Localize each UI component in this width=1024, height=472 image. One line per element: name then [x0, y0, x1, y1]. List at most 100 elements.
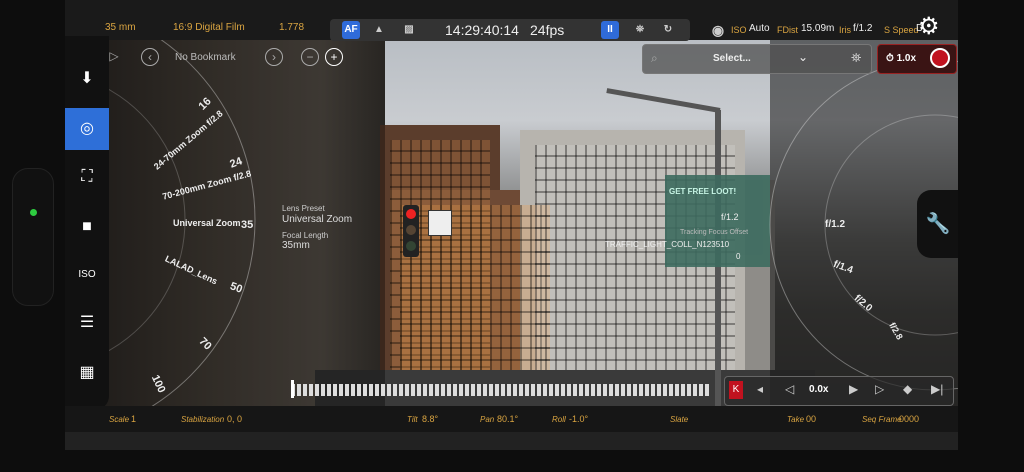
paperclip-icon: ⌕ — [651, 51, 658, 65]
iris-label: Iris — [839, 25, 851, 35]
lens-preset-value: Universal Zoom — [282, 214, 353, 225]
device-side-panel — [12, 168, 54, 306]
step-back-icon[interactable]: ◁ — [785, 382, 794, 396]
aspect-ratio-readout: 1.778 — [279, 22, 305, 33]
zoom-tick-35: 35 — [241, 219, 254, 231]
streetlight-arm — [606, 88, 721, 113]
record-button[interactable] — [930, 48, 950, 68]
roll-value: -1.0° — [569, 414, 589, 424]
iso-label: ISO — [731, 25, 747, 35]
exposure-icon[interactable]: ▲ — [370, 21, 388, 39]
playback-speed-control[interactable]: ⏱ 1.0x — [877, 44, 957, 74]
focal-length-value: 35mm — [282, 240, 310, 251]
pan-label: Pan — [480, 415, 495, 424]
iso-icon: ISO — [78, 269, 96, 280]
fdist-value: 15.09m — [801, 23, 835, 34]
pan-value: 80.1° — [497, 414, 519, 424]
import-button[interactable]: ⬇ — [65, 58, 109, 100]
speed-label: ⏱ 1.0x — [886, 53, 917, 64]
stabilization-value: 0, 0 — [227, 414, 243, 424]
focus-frame-icon: ⛶ — [81, 168, 93, 185]
slate-label: Slate — [670, 415, 689, 424]
lens-tool-button[interactable]: ◎ — [65, 108, 109, 150]
top-status-bar: 35 mm 16:9 Digital Film 1.778 AF ▲ ▨ 14:… — [65, 0, 958, 41]
focus-iris-readout: f/1.2 — [721, 212, 739, 222]
tracking-offset-label: Tracking Focus Offset — [680, 229, 749, 236]
add-bookmark-button[interactable]: + — [325, 48, 343, 66]
focus-tool-button[interactable]: ⛶ — [65, 156, 109, 198]
timeline-scrubber[interactable] — [291, 384, 711, 396]
tracking-select-dropdown[interactable]: ⌕ Select... ⌄ ⛯ — [642, 44, 872, 74]
next-bookmark-button[interactable]: › — [265, 48, 283, 66]
transport-rate: 0.0x — [809, 384, 829, 395]
track-target-icon[interactable]: ⛯ — [631, 21, 649, 39]
street-banner: GET FREE LOOT! — [665, 175, 770, 267]
grid-icon: ▦ — [79, 364, 95, 381]
rig-tool-button[interactable]: ☰ — [65, 302, 109, 344]
video-camera-icon: ■ — [82, 218, 92, 235]
roll-label: Roll — [552, 415, 566, 424]
lens-icon: ◎ — [80, 120, 94, 137]
next-key-icon[interactable]: ◆ — [903, 382, 912, 396]
play-icon[interactable]: ▶ — [849, 382, 858, 396]
playhead[interactable] — [291, 380, 294, 398]
grid-tool-button[interactable]: ▦ — [65, 352, 109, 394]
iso-value: Auto — [749, 23, 770, 34]
fdist-label: FDist — [777, 25, 798, 35]
take-label: Take — [787, 415, 805, 424]
autofocus-icon[interactable]: AF — [342, 21, 360, 39]
go-to-end-icon[interactable]: ▶| — [931, 382, 943, 396]
camera-app-screen: GET FREE LOOT! 24-70mm Zoom f/2.8 70-200… — [65, 0, 958, 450]
status-indicator-dot — [30, 209, 37, 216]
left-toolbar: ⬇ ◎ ⛶ ■ ISO ☰ ▦ — [65, 36, 109, 410]
chevron-down-icon: ⌄ — [798, 50, 809, 64]
iris-value: f/1.2 — [853, 23, 873, 34]
zebra-icon[interactable]: ▨ — [400, 21, 418, 39]
fstop-1-2[interactable]: f/1.2 — [825, 219, 845, 230]
gear-icon[interactable]: ⚙ — [918, 12, 940, 41]
go-to-start-button[interactable]: K — [729, 381, 743, 399]
bottom-strip — [65, 432, 958, 450]
select-label: Select... — [713, 53, 751, 64]
eye-icon[interactable]: ◉ — [709, 21, 727, 39]
lens-option-universal[interactable]: Universal Zoom — [173, 218, 241, 228]
bookmark-row: ▷ ‹ No Bookmark › − + — [105, 46, 385, 72]
settings-tab[interactable]: 🔧 — [917, 190, 958, 258]
previous-key-icon[interactable]: ◂ — [757, 382, 763, 396]
download-icon: ⬇ — [80, 70, 94, 87]
focal-length-label: Focal Length — [282, 231, 329, 240]
remove-bookmark-button[interactable]: − — [301, 48, 319, 66]
windows-grid — [400, 205, 550, 395]
scale-label: Scale — [109, 415, 130, 424]
pause-icon[interactable]: II — [601, 21, 619, 39]
fps-readout: 24fps — [530, 22, 565, 38]
tilt-label: Tilt — [407, 415, 418, 424]
camera-tool-button[interactable]: ■ — [65, 206, 109, 248]
format-readout: 16:9 Digital Film — [173, 22, 245, 33]
scale-value: 1 — [131, 414, 137, 424]
iso-tool-button[interactable]: ISO — [65, 254, 109, 296]
take-value: 00 — [806, 414, 817, 424]
seq-frame-value: 0000 — [899, 414, 920, 424]
seq-frame-label: Seq Frame — [862, 415, 902, 424]
wrench-icon: 🔧 — [925, 213, 951, 235]
lens-preset-label: Lens Preset — [282, 204, 325, 213]
target-icon[interactable]: ⛯ — [851, 50, 861, 66]
tracking-offset-value: 0 — [736, 252, 741, 261]
transport-controls: K ◂ ◁ 0.0x ▶ ▷ ◆ ▶| — [724, 376, 954, 406]
focus-target-name: TRAFFIC_LIGHT_COLL_N123510 — [605, 240, 730, 249]
step-forward-icon[interactable]: ▷ — [875, 382, 884, 396]
previous-bookmark-button[interactable]: ‹ — [141, 48, 159, 66]
sync-icon[interactable]: ↻ — [659, 21, 677, 39]
bottom-status-bar: Scale 1 Stabilization 0, 0 Tilt 8.8° Pan… — [65, 406, 958, 432]
tilt-value: 8.8° — [422, 414, 439, 424]
rig-icon: ☰ — [79, 314, 95, 331]
camera-viewport[interactable]: GET FREE LOOT! 24-70mm Zoom f/2.8 70-200… — [65, 40, 958, 406]
traffic-light — [403, 205, 419, 257]
no-right-turn-sign — [428, 210, 452, 236]
timecode: 14:29:40:14 — [445, 22, 519, 38]
focal-readout: 35 mm — [105, 22, 136, 33]
shutter-speed-label: S Speed — [884, 25, 919, 35]
bookmark-label: No Bookmark — [175, 52, 236, 63]
stabilization-label: Stabilization — [181, 415, 225, 424]
